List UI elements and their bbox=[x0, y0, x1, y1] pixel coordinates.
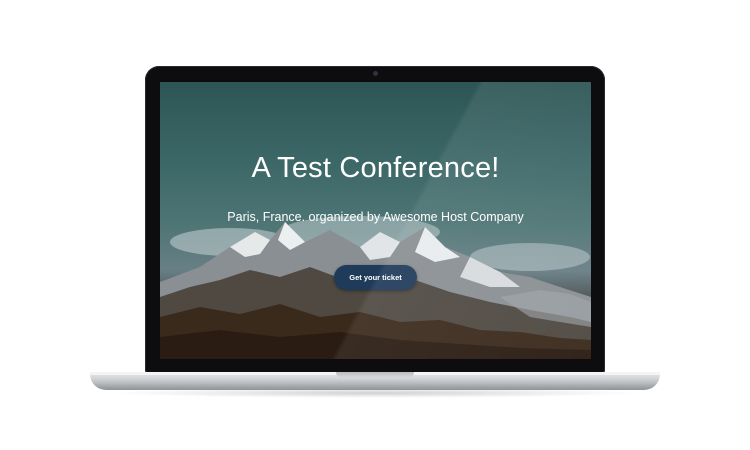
laptop-screen: A Test Conference! Paris, France. organi… bbox=[160, 82, 591, 359]
event-subtitle: Paris, France. organized by Awesome Host… bbox=[227, 210, 524, 224]
get-ticket-button[interactable]: Get your ticket bbox=[334, 265, 417, 290]
webcam-icon bbox=[373, 71, 378, 76]
product-mockup: A Test Conference! Paris, France. organi… bbox=[0, 0, 750, 450]
laptop-lid-notch bbox=[336, 372, 414, 378]
page-title: A Test Conference! bbox=[251, 152, 500, 184]
